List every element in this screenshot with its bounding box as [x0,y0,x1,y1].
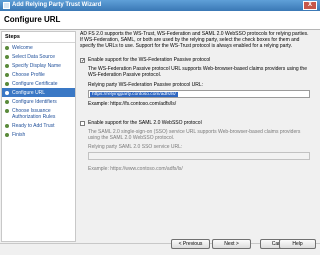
close-button[interactable]: X [303,1,317,10]
title-bar: Add Relying Party Trust Wizard X [0,0,320,11]
saml-example: Example: https://www.contoso.com/adfs/ls… [88,166,183,172]
step-label: Configure Certificate [12,80,58,87]
step-configure-url[interactable]: Configure URL [2,88,75,97]
step-status-icon [5,55,9,59]
step-select-data-source[interactable]: Select Data Source [2,52,75,61]
saml-checkbox-row[interactable]: Enable support for the SAML 2.0 WebSSO p… [80,120,202,126]
step-label: Welcome [12,44,33,51]
wsfed-description: The WS-Federation Passive protocol URL s… [88,66,307,78]
saml-url-input[interactable] [88,152,310,160]
saml-description: The SAML 2.0 single-sign-on (SSO) servic… [88,129,301,141]
step-label: Ready to Add Trust [12,122,55,129]
step-configure-certificate[interactable]: Configure Certificate [2,79,75,88]
step-status-icon [5,109,9,113]
step-status-icon [5,124,9,128]
step-status-icon [5,82,9,86]
page-header: Configure URL [0,11,320,30]
wsfed-example: Example: https://fs.contoso.com/adfs/ls/ [88,101,177,107]
wsfed-checkbox-row[interactable]: ✓ Enable support for the WS-Federation P… [80,57,210,63]
step-status-icon [5,64,9,68]
step-status-icon [5,73,9,77]
content-panel: AD FS 2.0 supports the WS-Trust, WS-Fede… [80,31,318,236]
step-label: Configure Identifiers [12,98,57,105]
step-status-icon [5,91,9,95]
intro-text: AD FS 2.0 supports the WS-Trust, WS-Fede… [80,31,309,50]
step-label: Select Data Source [12,53,56,60]
step-status-icon [5,100,9,104]
step-label: Finish [12,131,26,138]
next-button[interactable]: Next > [212,239,251,249]
wsfed-field-label: Relying party WS-Federation Passive prot… [88,82,204,88]
page-title: Configure URL [4,15,61,24]
wsfed-checkbox[interactable]: ✓ [80,57,85,63]
saml-field-label: Relying party SAML 2.0 SSO service URL: [88,144,183,150]
step-specify-display-name[interactable]: Specify Display Name [2,61,75,70]
step-status-icon [5,133,9,137]
steps-panel: Steps Welcome Select Data Source Specify… [1,31,76,242]
saml-checkbox-label: Enable support for the SAML 2.0 WebSSO p… [88,120,202,126]
step-label: Choose Profile [12,71,45,78]
step-finish[interactable]: Finish [2,130,75,139]
step-label: Specify Display Name [12,62,61,69]
previous-button[interactable]: < Previous [171,239,210,249]
step-label: Choose Issuance Authorization Rules [12,107,56,120]
saml-checkbox[interactable] [80,120,85,126]
help-button[interactable]: Help [279,239,316,249]
step-choose-issuance-authorization-rules[interactable]: Choose Issuance Authorization Rules [2,106,75,121]
window-title: Add Relying Party Trust Wizard [12,2,102,8]
wsfed-checkbox-label: Enable support for the WS-Federation Pas… [88,57,211,63]
wsfed-url-value: https://relyingparty.contoso.com/adfs/ls… [90,92,178,97]
app-icon [3,2,10,9]
step-ready-to-add-trust[interactable]: Ready to Add Trust [2,121,75,130]
step-choose-profile[interactable]: Choose Profile [2,70,75,79]
step-status-icon [5,46,9,50]
step-configure-identifiers[interactable]: Configure Identifiers [2,97,75,106]
step-welcome[interactable]: Welcome [2,43,75,52]
steps-header: Steps [2,32,75,43]
step-label: Configure URL [12,89,46,96]
wsfed-url-input[interactable]: https://relyingparty.contoso.com/adfs/ls… [88,90,310,98]
